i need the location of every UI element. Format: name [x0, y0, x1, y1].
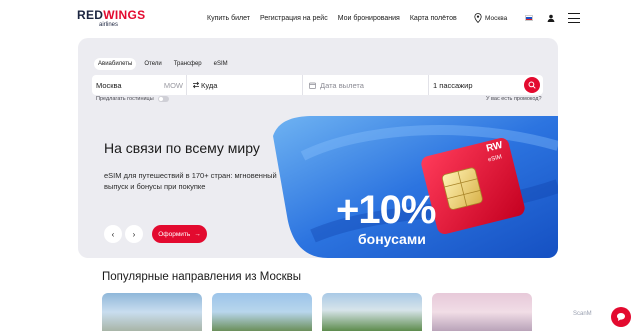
nav-my-bookings[interactable]: Мои бронирования [338, 15, 400, 22]
main-nav: Купить билет Регистрация на рейс Мои бро… [207, 15, 457, 22]
from-field[interactable]: Москва MOW [92, 75, 187, 95]
booking-panel: Авиабилеты Отели Трансфер eSIM Москва MO… [78, 38, 558, 258]
site-header: REDWINGS airlines Купить билет Регистрац… [0, 0, 640, 38]
nav-buy-ticket[interactable]: Купить билет [207, 15, 250, 22]
banner-subheadline: бонусами [358, 231, 426, 247]
nav-flight-map[interactable]: Карта полётов [410, 15, 457, 22]
user-icon[interactable] [547, 14, 555, 22]
from-value: Москва [96, 80, 122, 90]
chat-icon [617, 313, 625, 321]
promo-title: На связи по всему миру [104, 140, 260, 156]
destination-card[interactable] [212, 293, 312, 331]
header-tools: Москва [474, 13, 581, 23]
promo-code-link[interactable]: У вас есть промокод? [486, 96, 542, 102]
carousel-prev-button[interactable]: ‹ [104, 225, 122, 243]
suggest-hotels-toggle[interactable] [157, 96, 169, 102]
russia-flag-icon[interactable] [525, 15, 534, 21]
popular-destinations-title: Популярные направления из Москвы [102, 271, 301, 283]
booking-tabs: Авиабилеты Отели Трансфер eSIM [94, 58, 232, 70]
tab-flights[interactable]: Авиабилеты [94, 58, 137, 70]
chevron-left-icon: ‹ [111, 229, 115, 239]
tab-hotels[interactable]: Отели [140, 58, 165, 70]
tab-transfer[interactable]: Трансфер [170, 58, 206, 70]
order-button[interactable]: Оформить → [152, 225, 207, 243]
search-button[interactable] [524, 77, 540, 93]
destination-card[interactable] [322, 293, 422, 331]
destination-card[interactable] [432, 293, 532, 331]
logo-subtitle: airlines [99, 22, 119, 28]
search-icon [528, 81, 536, 89]
passengers-value: 1 пассажир [433, 80, 473, 90]
date-field[interactable]: Дата вылета [303, 75, 429, 95]
location-pin-icon[interactable] [474, 13, 482, 23]
to-field[interactable]: Куда [187, 75, 303, 95]
flight-search-form: Москва MOW Куда Дата вылета 1 пассажир [92, 75, 543, 95]
chevron-right-icon: › [132, 229, 136, 239]
menu-icon[interactable] [568, 13, 581, 23]
destination-card[interactable] [102, 293, 202, 331]
carousel-next-button[interactable]: › [125, 225, 143, 243]
logo-text-a: RED [77, 8, 104, 22]
logo-text-b: WINGS [103, 8, 146, 22]
arrow-right-icon: → [194, 230, 201, 238]
logo-wordmark: REDWINGS [77, 9, 147, 21]
nav-check-in[interactable]: Регистрация на рейс [260, 15, 328, 22]
logo[interactable]: REDWINGS airlines [77, 9, 147, 28]
to-placeholder: Куда [201, 80, 218, 90]
scanmarket-widget-label[interactable]: ScanM [573, 311, 592, 317]
passengers-field[interactable]: 1 пассажир [429, 75, 521, 95]
order-button-label: Оформить [158, 230, 191, 238]
calendar-icon [309, 82, 316, 89]
date-placeholder: Дата вылета [320, 80, 364, 90]
tab-esim[interactable]: eSIM [210, 58, 232, 70]
page: REDWINGS airlines Купить билет Регистрац… [0, 0, 640, 331]
city-selector[interactable]: Москва [485, 15, 507, 22]
suggest-hotels-label: Предлагать гостиницы [96, 96, 154, 102]
chat-button[interactable] [611, 307, 631, 327]
promo-description: eSIM для путешествий в 170+ стран: мгнов… [104, 171, 277, 191]
from-code: MOW [163, 80, 183, 90]
suggest-hotels-option: Предлагать гостиницы [96, 96, 169, 102]
banner-headline: +10% [336, 188, 436, 232]
